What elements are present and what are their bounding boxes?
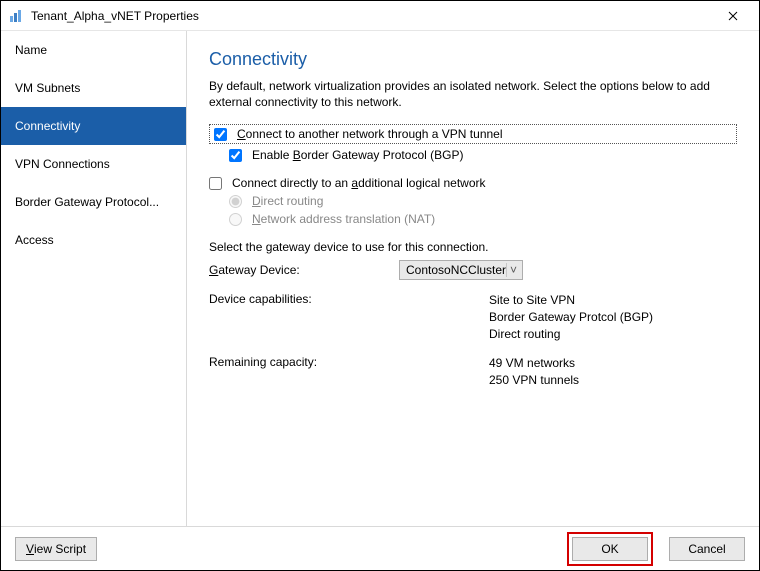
sidebar-item-label: Name (15, 43, 47, 57)
vpn-tunnel-checkbox[interactable] (214, 128, 227, 141)
page-description: By default, network virtualization provi… (209, 78, 737, 110)
app-icon (9, 8, 25, 24)
ok-highlight: OK (567, 532, 653, 566)
sidebar-item-vm-subnets[interactable]: VM Subnets (1, 69, 186, 107)
cancel-button[interactable]: Cancel (669, 537, 745, 561)
bgp-label: Enable Border Gateway Protocol (BGP) (252, 148, 463, 162)
sidebar-item-vpn-connections[interactable]: VPN Connections (1, 145, 186, 183)
direct-routing-radio[interactable] (229, 195, 242, 208)
remaining-value: 250 VPN tunnels (489, 372, 737, 389)
main-area: Name VM Subnets Connectivity VPN Connect… (1, 31, 759, 526)
gateway-device-dropdown[interactable]: ContosoNCCluster ˅ (399, 260, 523, 280)
sidebar-item-label: Border Gateway Protocol... (15, 195, 159, 209)
ok-button[interactable]: OK (572, 537, 648, 561)
sidebar-item-label: Access (15, 233, 54, 247)
cap-value: Site to Site VPN (489, 292, 737, 309)
remaining-capacity-values: 49 VM networks 250 VPN tunnels (489, 355, 737, 389)
sidebar-item-name[interactable]: Name (1, 31, 186, 69)
titlebar: Tenant_Alpha_vNET Properties (1, 1, 759, 31)
device-capabilities-label: Device capabilities: (209, 292, 489, 342)
view-script-button[interactable]: View Script (15, 537, 97, 561)
sidebar-item-label: VM Subnets (15, 81, 80, 95)
nat-label: Network address translation (NAT) (252, 212, 435, 226)
cap-value: Border Gateway Protcol (BGP) (489, 309, 737, 326)
remaining-value: 49 VM networks (489, 355, 737, 372)
direct-routing-label: Direct routing (252, 194, 323, 208)
footer: View Script OK Cancel (1, 526, 759, 570)
sidebar-item-label: Connectivity (15, 119, 80, 133)
focus-rect: Connect to another network through a VPN… (209, 124, 737, 144)
direct-connect-checkbox[interactable] (209, 177, 222, 190)
window-close-button[interactable] (713, 2, 753, 30)
chevron-down-icon: ˅ (506, 263, 520, 277)
bgp-checkbox[interactable] (229, 149, 242, 162)
sidebar: Name VM Subnets Connectivity VPN Connect… (1, 31, 187, 526)
direct-connect-label: Connect directly to an additional logica… (232, 176, 486, 190)
vpn-tunnel-label: Connect to another network through a VPN… (237, 127, 503, 141)
page-heading: Connectivity (209, 49, 737, 70)
gateway-prompt: Select the gateway device to use for thi… (209, 240, 737, 254)
remaining-capacity-label: Remaining capacity: (209, 355, 489, 389)
gateway-device-label: Gateway Device: (209, 263, 379, 277)
gateway-device-value: ContosoNCCluster (406, 263, 506, 277)
content-pane: Connectivity By default, network virtual… (187, 31, 759, 526)
sidebar-item-connectivity[interactable]: Connectivity (1, 107, 186, 145)
sidebar-item-access[interactable]: Access (1, 221, 186, 259)
device-capabilities-values: Site to Site VPN Border Gateway Protcol … (489, 292, 737, 342)
sidebar-item-bgp[interactable]: Border Gateway Protocol... (1, 183, 186, 221)
cap-value: Direct routing (489, 326, 737, 343)
nat-radio[interactable] (229, 213, 242, 226)
window-title: Tenant_Alpha_vNET Properties (31, 9, 713, 23)
sidebar-item-label: VPN Connections (15, 157, 110, 171)
